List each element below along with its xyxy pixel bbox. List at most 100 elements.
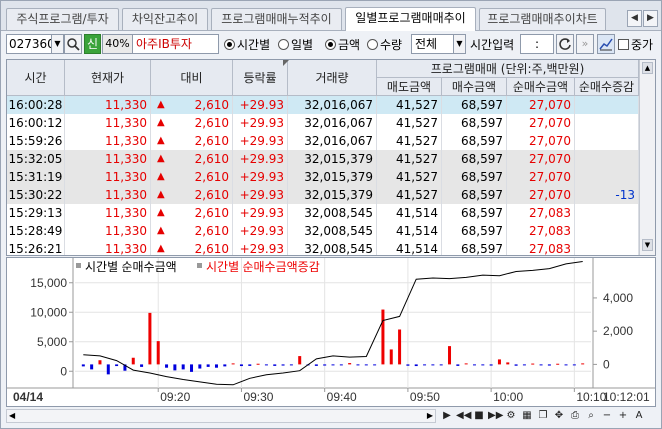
radio-daily[interactable]: 일별 [278,36,313,53]
zoom-icon[interactable]: ⌕ [584,407,598,424]
up-arrow-icon: ▲ [157,189,165,200]
net-change-bar [206,364,210,367]
table-scrollbar[interactable]: ▲ ▼ [639,60,655,255]
forward-icon[interactable]: ▶▶ [488,407,503,424]
move-icon[interactable]: ✥ [552,407,566,424]
cell-rate: +29.93 [233,204,288,222]
header-sell-amount[interactable]: 매도금액 [377,78,442,96]
tab-trend-chart[interactable]: 프로그램매매추이차트 [479,8,606,30]
filter-select[interactable]: 전체 [411,34,455,54]
scroll-down-icon[interactable]: ▼ [642,239,653,251]
table-row[interactable]: 15:30:22 11,330 ▲ 2,610 +29.93 32,015,379 41,5… [7,186,639,204]
chart-canvas: 15,000 10,000 5,000 0 4,000 2,000 0 09:20 09:30 0… [7,258,655,406]
y-left-tick-label: 10,000 [30,305,67,319]
chart-scroll-left-icon[interactable]: ◀ [9,410,15,422]
next-page-icon[interactable]: » [576,34,594,54]
overlap-checkbox[interactable]: 중가 [618,36,653,53]
table-row[interactable]: 15:28:49 11,330 ▲ 2,610 +29.93 32,008,545 41,5… [7,222,639,240]
refresh-icon[interactable] [556,34,574,54]
header-program-group: 프로그램매매 (단위:주,백만원) [377,60,639,78]
cell-buy: 68,597 [442,168,507,186]
radio-amount[interactable]: 금액 [325,36,360,53]
search-icon[interactable] [64,34,82,54]
cell-volume: 32,016,067 [288,96,377,114]
filter-dropdown-icon[interactable]: ▼ [453,34,466,54]
stock-code-dropdown-icon[interactable]: ▼ [51,34,64,54]
settings-icon[interactable]: ⚙ [504,407,518,424]
grid-icon[interactable]: ▦ [520,407,534,424]
table-row[interactable]: 15:29:13 11,330 ▲ 2,610 +29.93 32,008,545 41,5… [7,204,639,222]
chart-toggle-icon[interactable] [597,34,615,54]
table-row[interactable]: 16:00:28 11,330 ▲ 2,610 +29.93 32,016,067 41,5… [7,96,639,114]
net-change-bar [264,364,268,366]
stop-icon[interactable]: ■ [472,407,486,424]
net-change-bar [497,359,501,365]
header-corner-icon [283,60,289,66]
header-time[interactable]: 시간 [7,60,65,96]
scroll-up-icon[interactable]: ▲ [642,62,653,74]
up-arrow-icon: ▲ [157,153,165,164]
header-price[interactable]: 현재가 [65,60,151,96]
net-change-bar [239,364,243,367]
stock-name-field: 아주IB투자 [132,34,219,54]
font-size-icon[interactable]: A [632,407,646,424]
net-change-bar [489,364,493,366]
cell-time: 15:31:19 [7,168,65,186]
y-right-tick-label: 0 [603,357,610,371]
header-net-amount[interactable]: 순매수금액 [507,78,575,96]
net-change-bar [248,364,252,366]
play-icon[interactable]: ▶ [440,407,454,424]
net-change-bar [522,364,526,366]
table-row[interactable]: 16:00:12 11,330 ▲ 2,610 +29.93 32,016,067 41,5… [7,114,639,132]
copy-icon[interactable]: ❐ [536,407,550,424]
header-change[interactable]: 대비 [151,60,233,96]
header-buy-amount[interactable]: 매수금액 [442,78,507,96]
cell-buy: 68,597 [442,96,507,114]
table-row[interactable]: 15:26:21 11,330 ▲ 2,610 +29.93 32,008,545 41,5… [7,240,639,255]
cell-buy: 68,597 [442,132,507,150]
radio-time[interactable]: 시간별 [224,36,270,53]
net-change-bar [572,364,576,366]
net-change-bar [506,362,510,365]
zoom-out-icon[interactable]: − [600,407,614,424]
cell-sell: 41,514 [377,204,442,222]
cell-rate: +29.93 [233,186,288,204]
table-row[interactable]: 15:32:05 11,330 ▲ 2,610 +29.93 32,015,379 41,5… [7,150,639,168]
tab-daily-trend[interactable]: 일별프로그램매매추이 [345,7,476,31]
cell-buy: 68,597 [442,222,507,240]
chart-scroll-right-icon[interactable]: ▶ [427,410,433,422]
net-change-bar [273,364,277,366]
cell-net: 27,070 [507,150,575,168]
table-row[interactable]: 15:31:19 11,330 ▲ 2,610 +29.93 32,015,379 41,5… [7,168,639,186]
cell-net-change [575,240,639,255]
cell-volume: 32,015,379 [288,150,377,168]
header-volume[interactable]: 거래량 [288,60,377,96]
chart-hscroll[interactable]: ◀ ▶ [6,409,436,423]
radio-quantity[interactable]: 수량 [367,36,402,53]
tab-arbitrage-balance[interactable]: 차익잔고추이 [122,8,208,30]
net-change-bar [98,360,102,365]
print-icon[interactable]: ⎙ [568,407,582,424]
zoom-in-icon[interactable]: + [616,407,630,424]
x-tick-label: 09:50 [410,390,440,404]
cell-net: 27,070 [507,168,575,186]
header-net-change[interactable]: 순매수증감 [575,78,639,96]
cell-net: 27,070 [507,132,575,150]
tab-cumulative-trend[interactable]: 프로그램매매누적추이 [211,8,342,30]
tab-scroll-right-icon[interactable]: ▶ [643,10,658,27]
cell-rate: +29.93 [233,96,288,114]
tab-scroll-left-icon[interactable]: ◀ [627,10,642,27]
cell-sell: 41,527 [377,186,442,204]
net-change-bar [398,329,402,365]
net-change-bar [190,364,194,372]
time-input[interactable]: : [520,34,554,54]
header-rate[interactable]: 등락률 [233,60,288,96]
cell-sell: 41,527 [377,132,442,150]
tab-stock-program-investor[interactable]: 주식프로그램/투자 [6,8,119,30]
stock-code-input[interactable]: 027360 [6,34,52,54]
cell-net-change [575,222,639,240]
cell-time: 15:59:26 [7,132,65,150]
rewind-icon[interactable]: ◀◀ [456,407,471,424]
table-row[interactable]: 15:59:26 11,330 ▲ 2,610 +29.93 32,016,067 41,5… [7,132,639,150]
toolbar: 027360 ▼ 신 40% 아주IB투자 시간별 일별 금액 수량 전체 ▼ … [1,32,661,57]
